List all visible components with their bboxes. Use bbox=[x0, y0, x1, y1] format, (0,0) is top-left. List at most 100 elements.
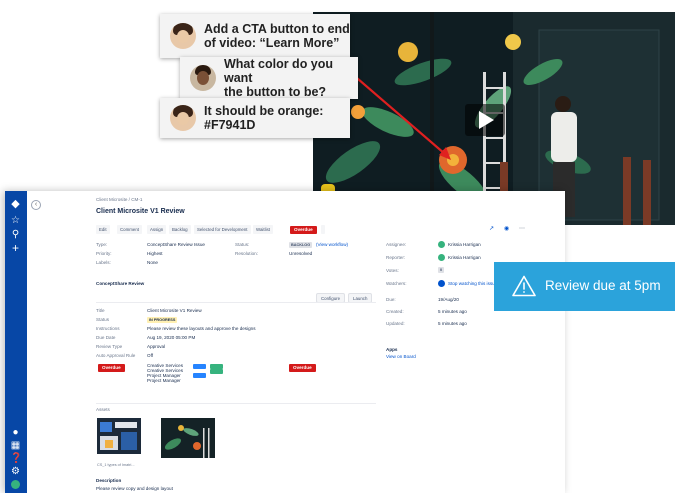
field-value-resolution: Unresolved bbox=[289, 251, 313, 256]
status-badge[interactable]: BACKLOG bbox=[289, 242, 313, 248]
more-icon[interactable]: ⋯ bbox=[519, 226, 525, 232]
people-label: Watchers: bbox=[386, 281, 407, 286]
status-chip bbox=[193, 364, 206, 369]
review-label: Title bbox=[96, 308, 105, 313]
review-value: Approval bbox=[147, 344, 166, 349]
overdue-badge: Overdue bbox=[98, 364, 125, 372]
notification-text: Review due at 5pm bbox=[545, 278, 661, 293]
avatar[interactable] bbox=[11, 480, 20, 489]
date-label: Created: bbox=[386, 309, 404, 314]
field-value-priority: Highest bbox=[147, 251, 163, 256]
review-value: Please review these layouts and approve … bbox=[147, 326, 256, 331]
field-label: Labels: bbox=[96, 260, 111, 265]
status-chip bbox=[193, 373, 206, 378]
woman-avatar bbox=[170, 105, 196, 131]
chat-bubble: What color do you want the button to be? bbox=[180, 57, 358, 99]
asset-thumbnail[interactable] bbox=[97, 418, 141, 454]
people-label: Assignee: bbox=[386, 242, 407, 247]
view-workflow-link[interactable]: (View workflow) bbox=[316, 242, 348, 248]
avatar bbox=[438, 241, 445, 248]
apps-grid-icon[interactable]: ▦ bbox=[10, 440, 21, 451]
jira-issue-window: ◆ ☆ ⚲ + ● ▦ ❓ ⚙ ‹ Client Microsite / CM-… bbox=[5, 191, 565, 493]
chat-line: What color do you want bbox=[224, 57, 334, 85]
avatar bbox=[438, 254, 445, 261]
due-date-value: 19/Aug/20 bbox=[438, 297, 459, 302]
field-label: Status: bbox=[235, 242, 250, 247]
overdue-badge: Overdue bbox=[289, 364, 316, 372]
assignee-name[interactable]: Krissia Harrigan bbox=[448, 242, 481, 248]
man-avatar bbox=[190, 65, 216, 91]
chat-line: #F7941D bbox=[204, 118, 256, 132]
notification-icon[interactable]: ● bbox=[10, 427, 21, 438]
created-value: 5 minutes ago bbox=[438, 309, 467, 314]
field-label: Resolution: bbox=[235, 251, 258, 256]
backlog-button[interactable]: Backlog bbox=[169, 225, 191, 234]
breadcrumb[interactable]: Client Microsite / CM-1 bbox=[96, 197, 142, 203]
field-value-labels[interactable]: None bbox=[147, 260, 158, 266]
date-label: Due: bbox=[386, 297, 396, 302]
view-on-board-link[interactable]: View on Board bbox=[386, 354, 416, 360]
chat-bubble: Add a CTA button to end of video: “Learn… bbox=[160, 14, 350, 58]
composite-screenshot: Add a CTA button to end of video: “Learn… bbox=[0, 0, 675, 493]
waitlist-button[interactable]: Waitlist bbox=[253, 225, 273, 234]
field-value-type: ConceptShare Review Issue bbox=[147, 242, 205, 247]
review-status-badge: IN PROGRESS bbox=[147, 317, 178, 323]
chat-message: What color do you want the button to be? bbox=[224, 57, 358, 99]
woman-avatar bbox=[170, 23, 196, 49]
chat-line: It should be orange: bbox=[204, 104, 324, 118]
collapse-sidebar-icon[interactable]: ‹ bbox=[31, 200, 41, 210]
votes-count[interactable]: 0 bbox=[438, 267, 445, 273]
apps-heading: Apps bbox=[386, 347, 398, 352]
selected-for-development-button[interactable]: Selected for Development bbox=[194, 225, 251, 234]
description-heading: Description bbox=[96, 478, 122, 483]
share-icon[interactable]: ↗ bbox=[489, 226, 494, 232]
warning-triangle-icon bbox=[512, 275, 536, 297]
description-text[interactable]: Please review copy and design layout bbox=[96, 486, 173, 492]
reporter-name[interactable]: Krissia Harrigan bbox=[448, 255, 481, 261]
review-value: Client Microsite V1 Review bbox=[147, 308, 202, 313]
comment-button[interactable]: Comment bbox=[117, 225, 143, 234]
divider bbox=[96, 403, 376, 404]
page-title: Client Microsite V1 Review bbox=[96, 208, 185, 215]
asset-thumbnail[interactable] bbox=[161, 418, 215, 458]
section-title: ConceptShare Review bbox=[96, 281, 145, 286]
settings-icon[interactable]: ⚙ bbox=[10, 466, 21, 477]
more-button[interactable] bbox=[321, 225, 325, 234]
chat-line: of video: “Learn More” bbox=[204, 36, 340, 50]
status-chip bbox=[210, 369, 223, 374]
review-label: Auto Approval Rule bbox=[96, 353, 136, 358]
play-icon[interactable] bbox=[465, 104, 505, 136]
review-label: Review Type bbox=[96, 344, 123, 349]
review-value: Aug 19, 2020 05:00 PM bbox=[147, 335, 196, 340]
star-icon[interactable]: ☆ bbox=[10, 215, 21, 226]
date-label: Updated: bbox=[386, 321, 405, 326]
asset-caption: CS_1 types of Imatri... bbox=[97, 463, 135, 467]
review-label: Instructions bbox=[96, 326, 120, 331]
review-value: Off bbox=[147, 353, 154, 358]
chat-message: Add a CTA button to end of video: “Learn… bbox=[204, 22, 350, 50]
field-label: Priority: bbox=[96, 251, 112, 256]
jira-logo-icon[interactable]: ◆ bbox=[10, 199, 21, 210]
chat-line: the button to be? bbox=[224, 85, 327, 99]
chat-line: Add a CTA button to end bbox=[204, 22, 350, 36]
updated-value: 5 minutes ago bbox=[438, 321, 467, 326]
stop-watching-link[interactable]: Stop watching this issue bbox=[448, 281, 497, 287]
reviewer-name: Project Manager bbox=[147, 378, 181, 383]
assets-heading: Assets bbox=[96, 407, 110, 412]
eye-icon bbox=[438, 280, 445, 287]
chat-message: It should be orange: #F7941D bbox=[204, 104, 323, 132]
edit-button[interactable]: Edit bbox=[96, 225, 110, 234]
overdue-badge: Overdue bbox=[290, 226, 317, 234]
review-label: Due Date bbox=[96, 335, 116, 340]
review-label: Status bbox=[96, 317, 110, 322]
watch-icon[interactable]: ◉ bbox=[504, 226, 509, 232]
help-icon[interactable]: ❓ bbox=[10, 453, 22, 464]
search-icon[interactable]: ⚲ bbox=[10, 229, 21, 240]
global-sidebar: ◆ ☆ ⚲ + ● ▦ ❓ ⚙ bbox=[5, 191, 27, 493]
create-icon[interactable]: + bbox=[10, 242, 21, 254]
assign-button[interactable]: Assign bbox=[147, 225, 167, 234]
divider bbox=[96, 302, 376, 303]
review-due-notification[interactable]: Review due at 5pm bbox=[494, 262, 675, 311]
people-label: Reporter: bbox=[386, 255, 406, 260]
people-label: Votes: bbox=[386, 268, 399, 273]
